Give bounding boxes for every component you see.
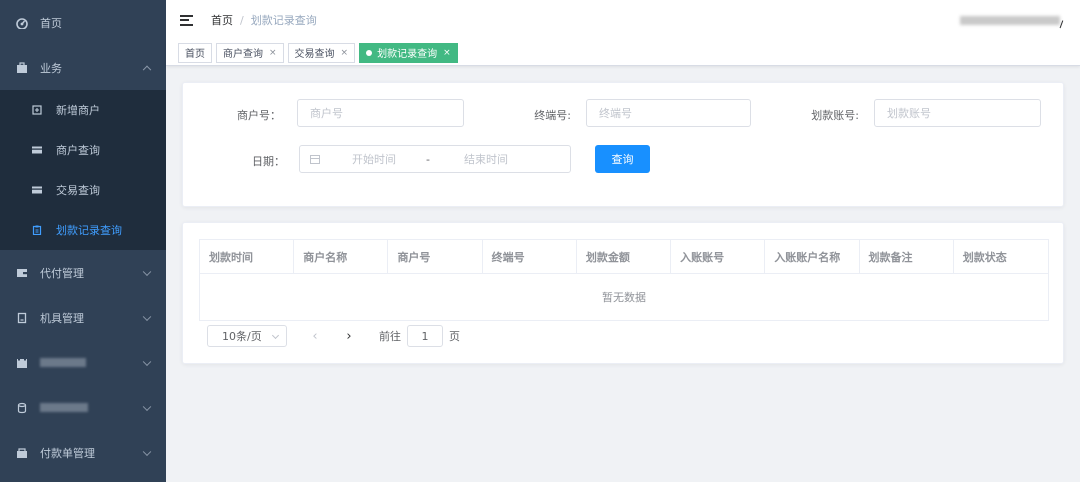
page-size-value: 10条/页: [222, 330, 262, 343]
table-header-row: 划款时间 商户名称 商户号 终端号 划款金额 入账账号 入账账户名称 划款备注 …: [200, 240, 1048, 274]
records-table: 划款时间 商户名称 商户号 终端号 划款金额 入账账号 入账账户名称 划款备注 …: [199, 239, 1049, 321]
navbar: 首页 / 划款记录查询: [166, 0, 1080, 40]
breadcrumb-current: 划款记录查询: [250, 14, 317, 27]
sidebar-item-label: 划款记录查询: [56, 224, 122, 237]
close-icon[interactable]: ×: [341, 48, 349, 58]
page-suffix-label: 页: [449, 330, 460, 343]
column-header[interactable]: 商户名称: [294, 240, 389, 273]
wallet-icon: [16, 267, 28, 279]
sidebar-item-label: 新增商户: [56, 104, 100, 117]
goto-page-input[interactable]: [407, 325, 443, 347]
chevron-down-icon: [142, 402, 152, 411]
chevron-down-icon: [142, 357, 152, 366]
clipboard-icon: [16, 357, 28, 369]
tag-label: 划款记录查询: [377, 49, 438, 60]
add-merchant-icon: [32, 105, 42, 115]
tag-label: 商户查询: [223, 49, 263, 60]
sidebar-item-blurred-1[interactable]: [0, 340, 166, 385]
sidebar: 首页 业务 新增商户 商户查询 交易查询 划款记录查询 代付管理 机具管理 付款…: [0, 0, 166, 482]
column-header[interactable]: 入账账户名称: [765, 240, 860, 273]
transfer-account-input[interactable]: [874, 99, 1041, 127]
submenu-business: 新增商户 商户查询 交易查询 划款记录查询: [0, 90, 166, 250]
calendar-icon: [310, 154, 320, 164]
query-button[interactable]: 查询: [595, 145, 650, 173]
sidebar-item-label: 商户查询: [56, 144, 100, 157]
terminal-no-input[interactable]: [586, 99, 751, 127]
prev-page-button[interactable]: ‹: [307, 328, 323, 344]
table-card: 划款时间 商户名称 商户号 终端号 划款金额 入账账号 入账账户名称 划款备注 …: [182, 222, 1064, 364]
table-empty-text: 暂无数据: [602, 291, 646, 304]
tags-view: 首页 商户查询 × 交易查询 × 划款记录查询 ×: [166, 40, 1080, 66]
column-header[interactable]: 划款备注: [860, 240, 954, 273]
user-info-blurred[interactable]: [960, 16, 1060, 25]
blurred-menu-label: [40, 403, 88, 412]
hamburger-icon[interactable]: [180, 14, 193, 26]
transfer-account-label: 划款账号:: [811, 109, 859, 122]
terminal-no-label: 终端号:: [534, 109, 571, 122]
breadcrumb-home[interactable]: 首页: [211, 12, 233, 28]
sidebar-item-merchant-query[interactable]: 商户查询: [0, 130, 166, 170]
sidebar-item-label: 机具管理: [40, 311, 84, 325]
column-header[interactable]: 划款时间: [200, 240, 295, 273]
sidebar-item-transaction-query[interactable]: 交易查询: [0, 170, 166, 210]
tag-home[interactable]: 首页: [178, 42, 212, 63]
chevron-up-icon: [142, 65, 152, 74]
sidebar-item-device-management[interactable]: 机具管理: [0, 295, 166, 340]
sidebar-item-bill-management[interactable]: 付款单管理: [0, 430, 166, 475]
sidebar-item-transfer-record-query[interactable]: 划款记录查询: [0, 210, 166, 250]
search-form-card: 商户号： 终端号: 划款账号: 日期： 开始时间 - 结束时间 查询: [182, 82, 1064, 207]
briefcase-icon: [16, 61, 28, 74]
start-date-input[interactable]: 开始时间: [352, 151, 396, 167]
sidebar-item-add-merchant[interactable]: 新增商户: [0, 90, 166, 130]
chevron-down-icon: [271, 331, 280, 340]
dashboard-icon: [16, 17, 28, 29]
sidebar-item-home[interactable]: 首页: [0, 0, 166, 45]
sidebar-item-label: 业务: [40, 61, 62, 75]
sidebar-item-label: 交易查询: [56, 184, 100, 197]
column-header[interactable]: 入账账号: [671, 240, 766, 273]
breadcrumb: 首页 / 划款记录查询: [211, 12, 317, 28]
column-header[interactable]: 划款金额: [577, 240, 672, 273]
card-icon: [32, 145, 42, 155]
tag-merchant-query[interactable]: 商户查询 ×: [216, 42, 284, 63]
range-separator: -: [426, 152, 430, 166]
bill-icon: [16, 447, 28, 459]
sidebar-item-label: 首页: [40, 16, 62, 30]
close-icon[interactable]: ×: [443, 48, 451, 58]
active-dot-icon: [366, 49, 373, 56]
record-icon: [32, 225, 42, 235]
database-icon: [16, 402, 28, 414]
device-icon: [16, 312, 28, 324]
next-page-button[interactable]: ›: [341, 328, 357, 344]
chevron-down-icon: [142, 267, 152, 276]
goto-label: 前往: [379, 330, 401, 343]
card-icon: [32, 185, 42, 195]
blurred-menu-label: [40, 358, 86, 367]
sidebar-item-label: 付款单管理: [40, 446, 95, 460]
tag-transaction-query[interactable]: 交易查询 ×: [287, 42, 356, 63]
tag-label: 交易查询: [294, 49, 335, 60]
column-header[interactable]: 划款状态: [954, 240, 1048, 273]
breadcrumb-separator: /: [240, 13, 244, 27]
sidebar-item-label: 代付管理: [40, 266, 84, 280]
main-area: 首页 / 划款记录查询 首页 商户查询 × 交易查询 × 划款记录查询 × 商户…: [166, 0, 1080, 482]
column-header[interactable]: 终端号: [483, 240, 577, 273]
page-size-select[interactable]: 10条/页: [207, 325, 287, 347]
sidebar-item-business[interactable]: 业务: [0, 45, 166, 90]
date-label: 日期：: [252, 155, 285, 168]
sidebar-item-payment-management[interactable]: 代付管理: [0, 250, 166, 295]
merchant-no-label: 商户号：: [237, 109, 281, 122]
chevron-down-icon: [142, 312, 152, 321]
tag-label: 首页: [185, 49, 205, 60]
date-range-picker[interactable]: 开始时间 - 结束时间: [299, 145, 571, 173]
column-header[interactable]: 商户号: [388, 240, 483, 273]
close-icon[interactable]: ×: [269, 48, 277, 58]
chevron-down-icon: [142, 447, 152, 456]
pagination: 10条/页 ‹ › 前往 页: [207, 325, 460, 347]
tag-transfer-record-query[interactable]: 划款记录查询 ×: [359, 42, 458, 63]
end-date-input[interactable]: 结束时间: [464, 151, 508, 167]
sidebar-item-blurred-2[interactable]: [0, 385, 166, 430]
merchant-no-input[interactable]: [297, 99, 464, 127]
